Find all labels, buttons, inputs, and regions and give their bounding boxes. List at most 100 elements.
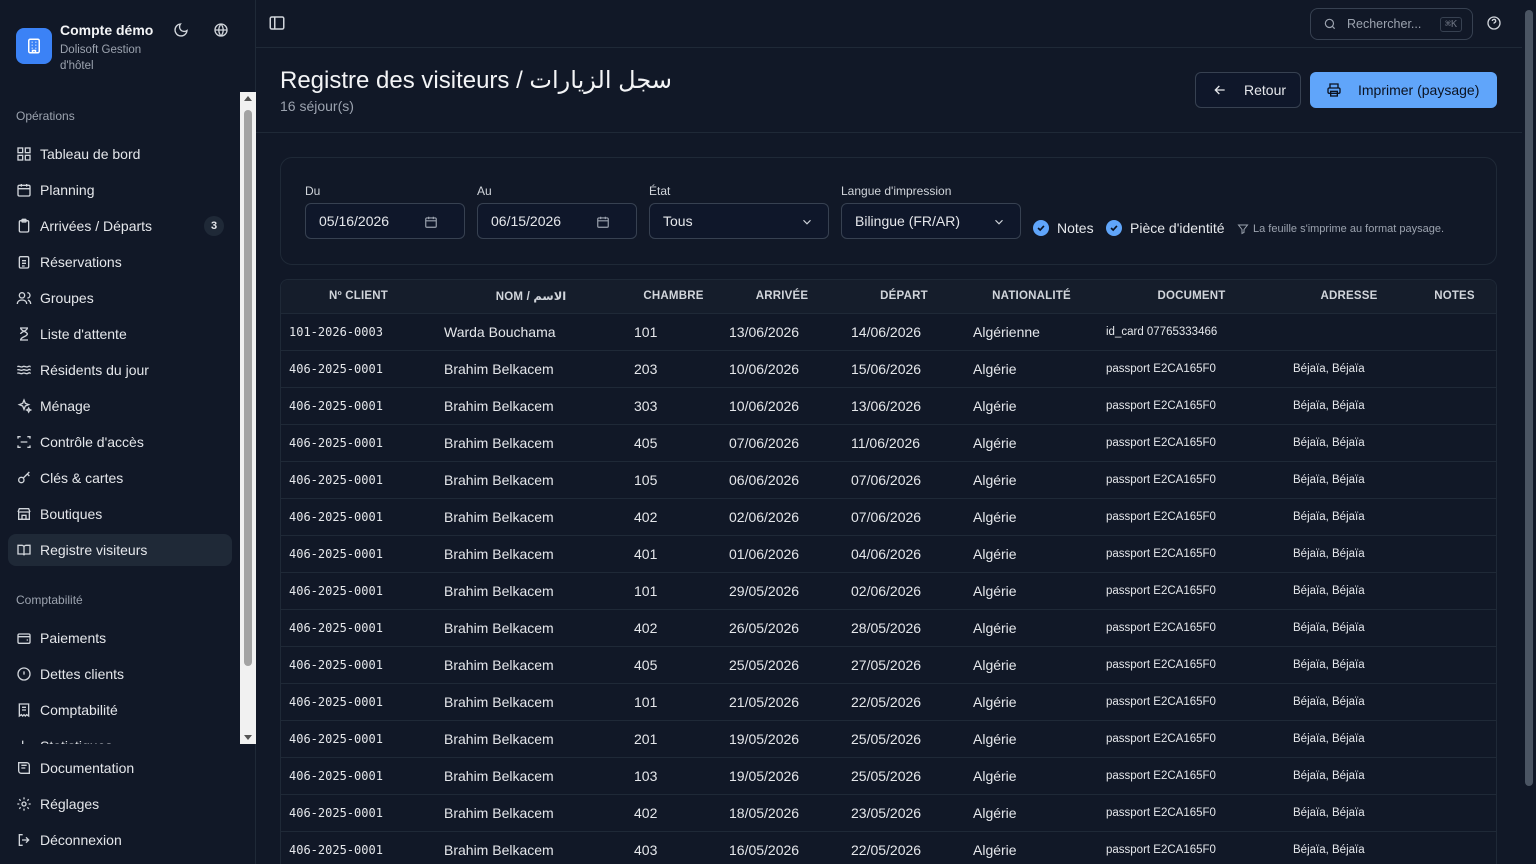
table-row[interactable]: 406-2025-0001 Brahim Belkacem 105 06/06/202… [281, 461, 1496, 499]
column-header[interactable]: ADRESSE [1285, 280, 1413, 314]
cell-room: 405 [626, 646, 721, 684]
toggle-sidebar-button[interactable] [268, 14, 288, 34]
column-header[interactable]: DÉPART [843, 280, 965, 314]
table-row[interactable]: 101-2026-0003 Warda Bouchama 101 13/06/2026… [281, 313, 1496, 351]
sidebar-item-cles-cartes[interactable]: Clés & cartes [8, 462, 232, 494]
table-row[interactable]: 406-2025-0001 Brahim Belkacem 402 26/05/202… [281, 609, 1496, 647]
sidebar-item-liste-d-attente[interactable]: Liste d'attente [8, 318, 232, 350]
print-label: Imprimer (paysage) [1358, 82, 1480, 98]
sidebar-item-registre-visiteurs[interactable]: Registre visiteurs [8, 534, 232, 566]
sidebar-item-residents-du-jour[interactable]: Résidents du jour [8, 354, 232, 386]
page-header: Registre des visiteurs / سجل الزيارات 16… [256, 48, 1522, 133]
cell-document: passport E2CA165F0 [1098, 683, 1285, 721]
id-document-checkbox[interactable]: Pièce d'identité [1106, 220, 1225, 236]
sidebar-item-reglages[interactable]: Réglages [8, 788, 248, 820]
cell-document: passport E2CA165F0 [1098, 350, 1285, 388]
scrollbar-thumb[interactable] [244, 110, 252, 666]
calendar-icon[interactable] [424, 215, 438, 229]
table-row[interactable]: 406-2025-0001 Brahim Belkacem 405 25/05/202… [281, 646, 1496, 684]
table-header-row: Nº CLIENT NOM / الاسم CHAMBRE ARRIVÉE DÉPART… [281, 280, 1496, 314]
calendar-icon[interactable] [596, 215, 610, 229]
from-label: Du [305, 184, 321, 198]
table-row[interactable]: 406-2025-0001 Brahim Belkacem 101 21/05/202… [281, 683, 1496, 721]
cell-departure: 22/05/2026 [843, 683, 965, 721]
help-button[interactable] [1486, 15, 1504, 33]
cell-guest-name: Warda Bouchama [436, 313, 626, 351]
print-button[interactable]: Imprimer (paysage) [1310, 72, 1497, 108]
cell-nationality: Algérie [965, 350, 1098, 388]
sidebar-item-comptabilite[interactable]: Comptabilité [8, 694, 232, 726]
printer-icon [1326, 82, 1342, 98]
state-select[interactable]: Tous [649, 203, 829, 239]
sidebar-item-label: Réservations [40, 254, 122, 270]
scroll-down-arrow[interactable] [244, 735, 252, 740]
to-date-input[interactable]: 06/15/2026 [477, 203, 637, 239]
page-scrollbar-thumb[interactable] [1525, 10, 1533, 786]
cell-departure: 07/06/2026 [843, 498, 965, 536]
check-icon [1106, 220, 1122, 236]
sidebar-item-dettes-clients[interactable]: Dettes clients [8, 658, 232, 690]
table-row[interactable]: 406-2025-0001 Brahim Belkacem 101 29/05/202… [281, 572, 1496, 610]
sidebar-item-menage[interactable]: Ménage [8, 390, 232, 422]
column-header[interactable]: CHAMBRE [626, 280, 721, 314]
sidebar-item-paiements[interactable]: Paiements [8, 622, 232, 654]
sidebar-item-controle-d-acces[interactable]: Contrôle d'accès [8, 426, 232, 458]
table-row[interactable]: 406-2025-0001 Brahim Belkacem 403 16/05/202… [281, 831, 1496, 864]
cell-arrival: 13/06/2026 [721, 313, 843, 351]
moon-icon [174, 23, 188, 37]
cell-guest-name: Brahim Belkacem [436, 646, 626, 684]
sidebar-item-arrivees-departs[interactable]: Arrivées / Départs 3 [8, 210, 232, 242]
sidebar-item-reservations[interactable]: Réservations [8, 246, 232, 278]
sidebar-scrollbar[interactable] [240, 92, 256, 744]
cell-notes [1413, 831, 1496, 864]
table-row[interactable]: 406-2025-0001 Brahim Belkacem 401 01/06/202… [281, 535, 1496, 573]
cell-departure: 22/05/2026 [843, 831, 965, 864]
column-header[interactable]: NOTES [1413, 280, 1496, 314]
table-row[interactable]: 406-2025-0001 Brahim Belkacem 405 07/06/202… [281, 424, 1496, 462]
column-header[interactable]: ARRIVÉE [721, 280, 843, 314]
chevron-down-icon [992, 215, 1006, 229]
sparkles-icon [16, 398, 32, 414]
cell-nationality: Algérie [965, 609, 1098, 647]
table-row[interactable]: 406-2025-0001 Brahim Belkacem 201 19/05/202… [281, 720, 1496, 758]
cell-notes [1413, 683, 1496, 721]
language-button[interactable] [207, 16, 235, 44]
table-row[interactable]: 406-2025-0001 Brahim Belkacem 402 18/05/202… [281, 794, 1496, 832]
table-row[interactable]: 406-2025-0001 Brahim Belkacem 203 10/06/202… [281, 350, 1496, 388]
column-header[interactable]: NATIONALITÉ [965, 280, 1098, 314]
table-row[interactable]: 406-2025-0001 Brahim Belkacem 103 19/05/202… [281, 757, 1496, 795]
back-button[interactable]: Retour [1195, 72, 1301, 108]
column-header[interactable]: DOCUMENT [1098, 280, 1285, 314]
logout-icon [16, 832, 32, 848]
sidebar-item-documentation[interactable]: Documentation [8, 752, 248, 784]
sidebar-item-deconnexion[interactable]: Déconnexion [8, 824, 248, 856]
cell-address: Béjaïa, Béjaïa [1285, 646, 1413, 684]
cell-document: passport E2CA165F0 [1098, 757, 1285, 795]
scroll-up-arrow[interactable] [244, 96, 252, 101]
stay-count: 16 séjour(s) [280, 98, 354, 114]
page-scrollbar[interactable] [1522, 0, 1536, 864]
search-box[interactable]: Rechercher... ⌘K [1310, 8, 1473, 40]
table-row[interactable]: 406-2025-0001 Brahim Belkacem 303 10/06/202… [281, 387, 1496, 425]
sidebar-item-groupes[interactable]: Groupes [8, 282, 232, 314]
sidebar-item-label: Groupes [40, 290, 94, 306]
from-date-input[interactable]: 05/16/2026 [305, 203, 465, 239]
cell-guest-name: Brahim Belkacem [436, 831, 626, 864]
column-header[interactable]: Nº CLIENT [281, 280, 436, 314]
calendar-icon [16, 182, 32, 198]
sidebar-item-tableau-de-bord[interactable]: Tableau de bord [8, 138, 232, 170]
table-row[interactable]: 406-2025-0001 Brahim Belkacem 402 02/06/202… [281, 498, 1496, 536]
notes-checkbox[interactable]: Notes [1033, 220, 1094, 236]
cell-client-number: 406-2025-0001 [281, 350, 436, 388]
sidebar-item-boutiques[interactable]: Boutiques [8, 498, 232, 530]
dark-mode-toggle[interactable] [167, 16, 195, 44]
cell-guest-name: Brahim Belkacem [436, 350, 626, 388]
language-select[interactable]: Bilingue (FR/AR) [841, 203, 1021, 239]
column-header[interactable]: NOM / الاسم [436, 280, 626, 314]
cell-arrival: 07/06/2026 [721, 424, 843, 462]
cell-nationality: Algérie [965, 572, 1098, 610]
sidebar-nav: Opérations Tableau de bord Planning Arrivé… [0, 92, 240, 744]
sidebar-item-planning[interactable]: Planning [8, 174, 232, 206]
sidebar-item-statistiques[interactable]: Statistiques [8, 730, 232, 744]
cell-guest-name: Brahim Belkacem [436, 683, 626, 721]
